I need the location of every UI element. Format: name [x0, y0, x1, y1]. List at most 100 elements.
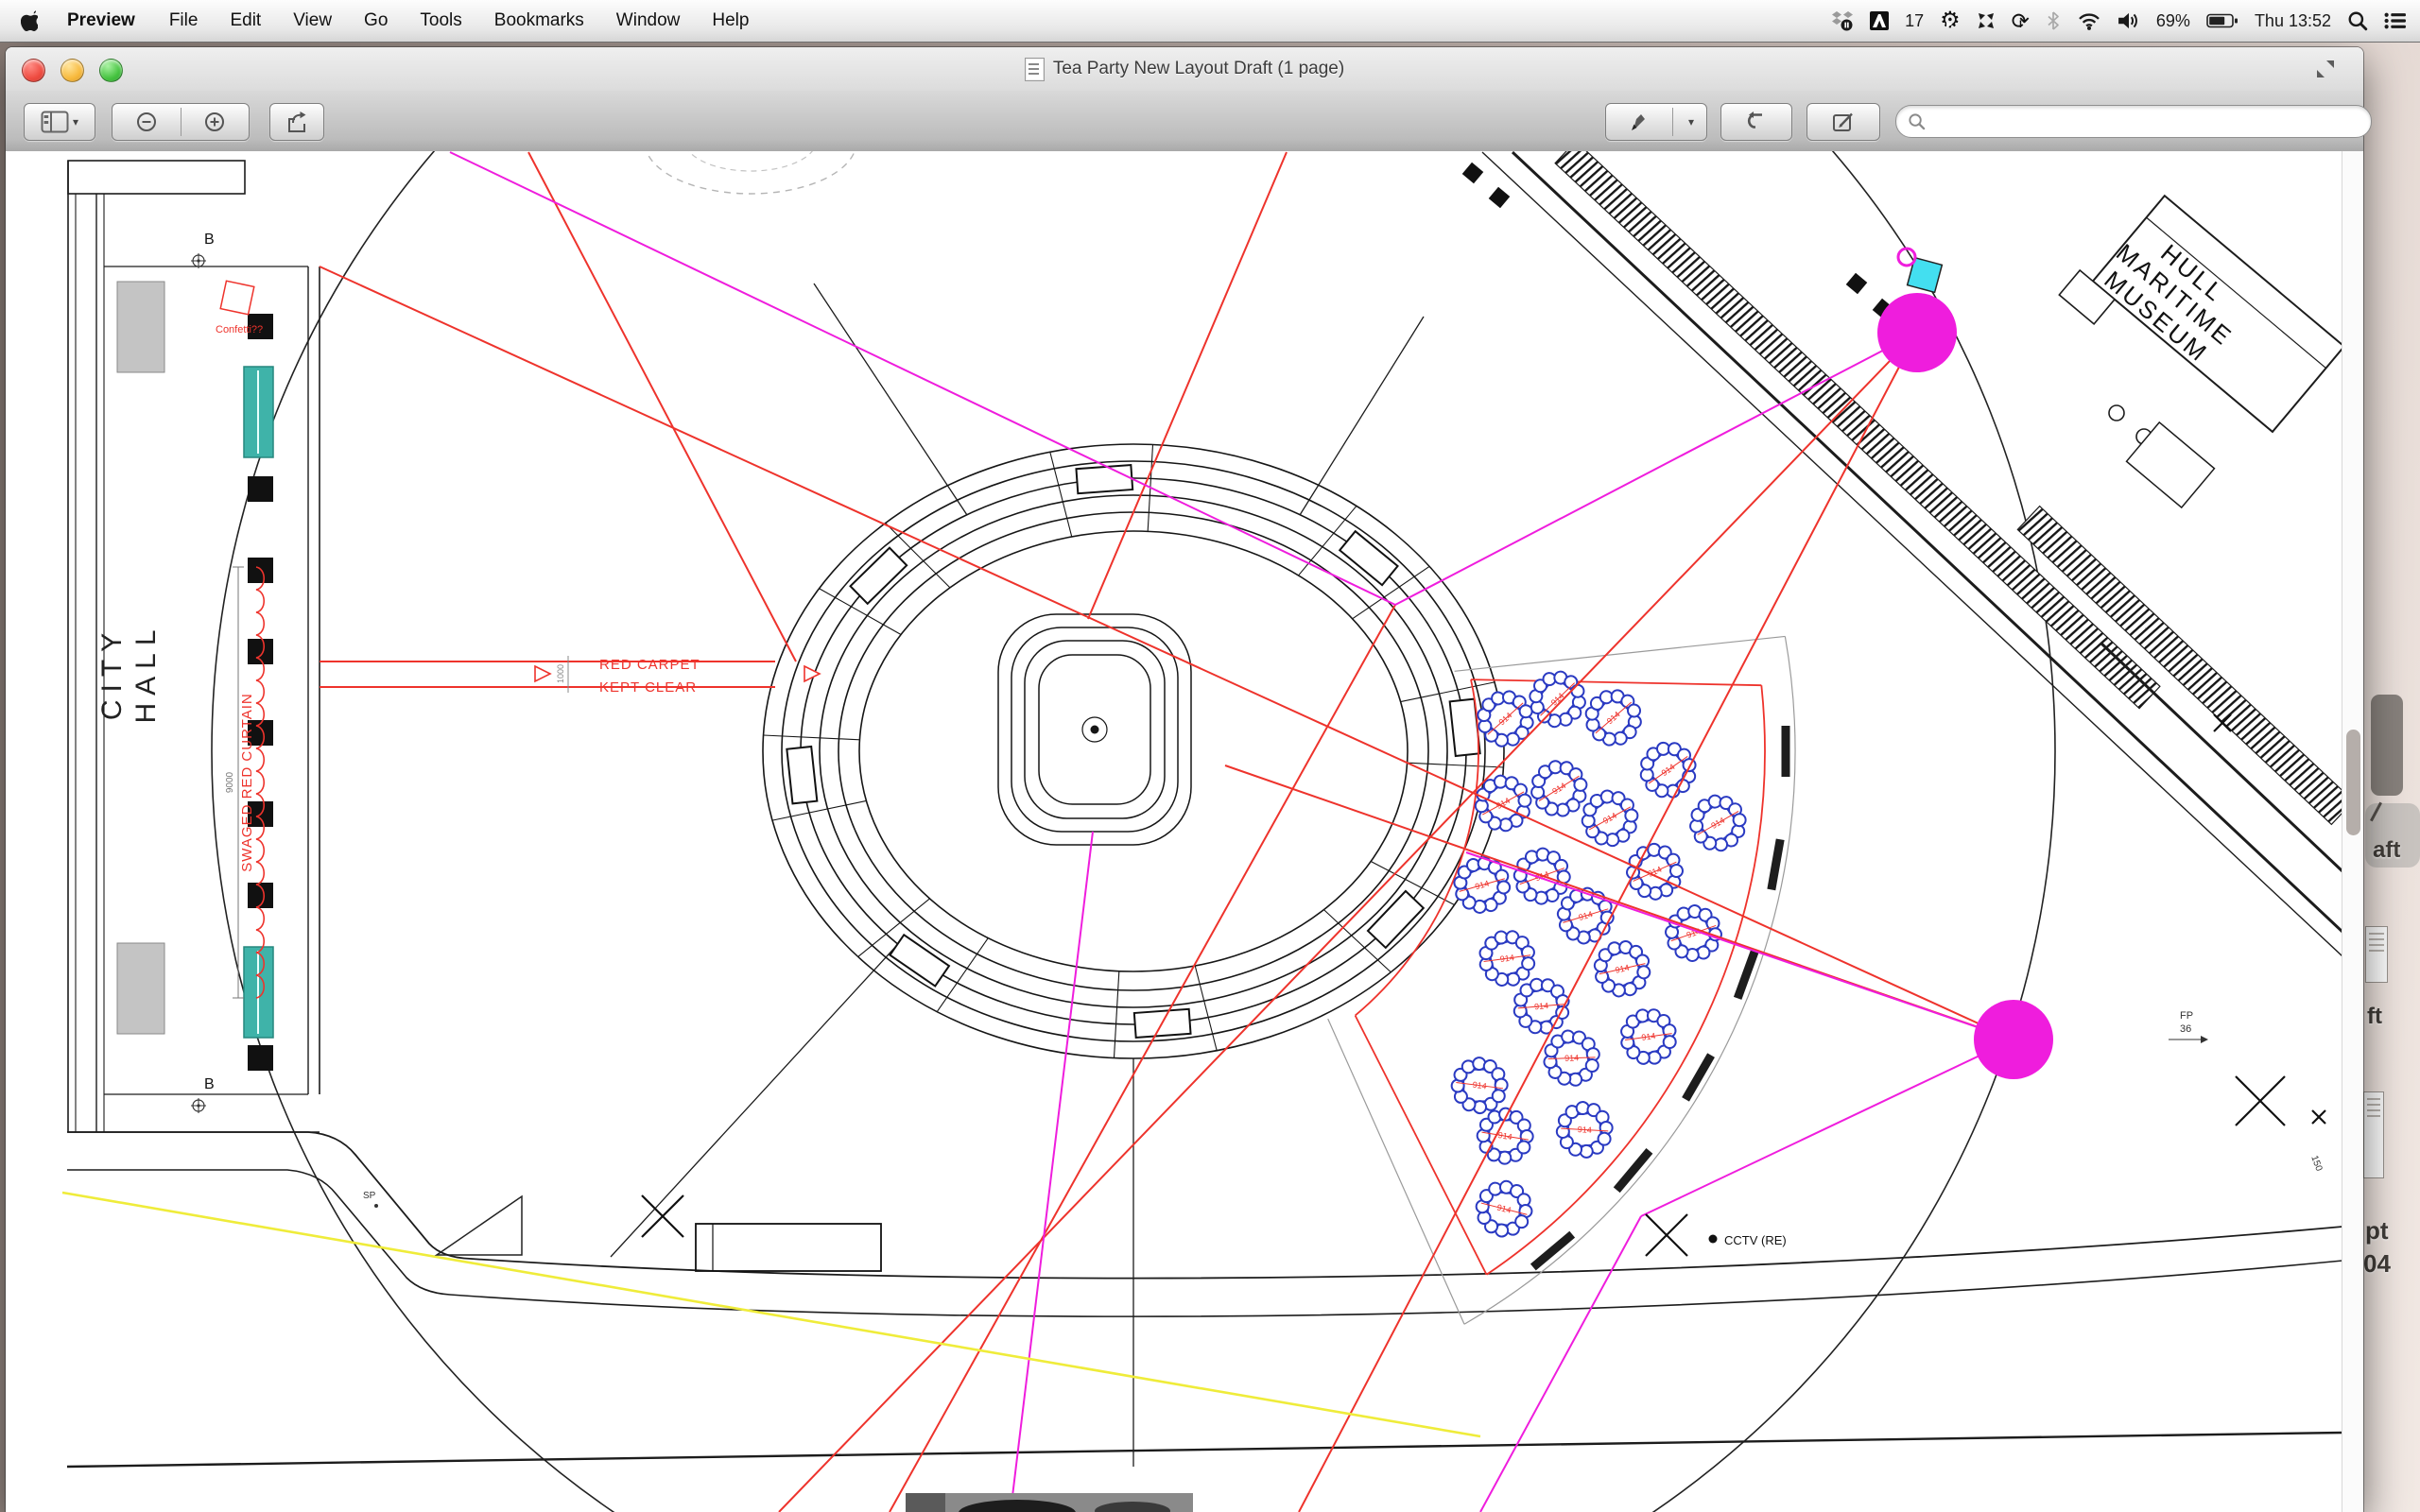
fullscreen-icon[interactable]: [2314, 58, 2337, 80]
zoom-in-button[interactable]: [181, 104, 249, 140]
svg-text:150: 150: [2308, 1154, 2324, 1173]
search-icon: [1908, 112, 1926, 130]
svg-text:9000: 9000: [225, 771, 235, 793]
svg-text:1000: 1000: [556, 664, 565, 683]
markup-pen-button[interactable]: [1606, 104, 1672, 140]
share-icon: [285, 111, 309, 134]
icon-label: ft: [2367, 1004, 2382, 1030]
svg-text:B: B: [204, 232, 215, 248]
menu-item-go[interactable]: Go: [348, 0, 404, 42]
zoom-button[interactable]: [99, 59, 123, 82]
desktop-document-icon[interactable]: [2365, 926, 2388, 983]
menu-clock[interactable]: Thu 13:52: [2255, 11, 2331, 31]
app-menus: PreviewFileEditViewGoToolsBookmarksWindo…: [49, 0, 765, 42]
rotate-left-icon: [1745, 111, 1768, 133]
apple-menu[interactable]: [0, 10, 49, 31]
menu-item-file[interactable]: File: [153, 0, 215, 42]
battery-icon[interactable]: [2206, 12, 2238, 29]
chevron-down-icon: ▾: [1688, 115, 1694, 129]
wifi-icon[interactable]: [2077, 11, 2101, 30]
menu-item-preview[interactable]: Preview: [49, 0, 153, 42]
menu-item-edit[interactable]: Edit: [214, 0, 277, 42]
svg-text:914: 914: [1564, 1053, 1579, 1063]
status-icons: 17 ⚙▶ ⟳! 69% Thu 13:52: [1831, 0, 2420, 42]
sidebar-icon: [41, 111, 69, 133]
adobe-icon[interactable]: [1870, 11, 1889, 30]
icon-label: pt: [2365, 1216, 2389, 1246]
site-plan: HULLMARITIMEMUSEUMCITYHALLBBConfetti??90…: [6, 151, 2342, 1512]
followspot-marker: [1974, 1000, 2053, 1079]
scrollbar-thumb[interactable]: [2346, 730, 2360, 835]
zoom-in-icon: [203, 111, 226, 133]
toolbar: ▾▾: [6, 91, 2363, 152]
desktop-icon-fragment[interactable]: [2371, 695, 2403, 796]
table-cluster: 914: [1473, 773, 1534, 834]
window-title: Tea Party New Layout Draft (1 page): [1025, 58, 1344, 81]
icon-label: 04: [2363, 1249, 2391, 1279]
table-cluster: 914: [1687, 793, 1748, 853]
svg-text:914: 914: [1472, 1080, 1487, 1091]
zoom-out-button[interactable]: [112, 104, 181, 140]
table-cluster: 914: [1466, 1171, 1543, 1247]
markup-dropdown[interactable]: ▾: [1672, 104, 1706, 140]
menu-item-tools[interactable]: Tools: [404, 0, 477, 42]
title-bar[interactable]: Tea Party New Layout Draft (1 page): [6, 47, 2363, 92]
document-view: HULLMARITIMEMUSEUMCITYHALLBBConfetti??90…: [6, 151, 2363, 1512]
zoom-out-icon: [135, 111, 158, 133]
notification-center-icon[interactable]: [2384, 12, 2407, 29]
svg-text:SWAGED RED CURTAIN: SWAGED RED CURTAIN: [239, 693, 255, 871]
menu-item-help[interactable]: Help: [696, 0, 765, 42]
table-cluster: 914: [1447, 850, 1517, 919]
battery-percent: 69%: [2156, 11, 2190, 31]
table-clusters: 9149149149149149149149149149149149149149…: [1442, 669, 1749, 1247]
menu-item-window[interactable]: Window: [600, 0, 697, 42]
svg-text:Confetti??: Confetti??: [216, 324, 263, 335]
desktop-document-icon[interactable]: [2363, 1091, 2384, 1178]
table-cluster: 914: [1659, 899, 1727, 967]
table-cluster: 914: [1622, 839, 1687, 904]
gear-icon[interactable]: ⚙▶: [1940, 9, 1961, 32]
menu-item-bookmarks[interactable]: Bookmarks: [478, 0, 600, 42]
search-input[interactable]: [1932, 112, 2360, 132]
table-cluster: 914: [1547, 1091, 1623, 1168]
svg-text:914: 914: [1534, 1001, 1549, 1011]
search-field[interactable]: [1895, 105, 2372, 138]
svg-text:KEPT CLEAR: KEPT CLEAR: [599, 679, 697, 696]
zoom-buttons[interactable]: [112, 103, 250, 141]
city-hall-label: CITYHALL: [96, 622, 162, 723]
table-cluster: 914: [1580, 787, 1641, 849]
edit-toolbar-button[interactable]: [1806, 103, 1880, 141]
sync-alert-icon[interactable]: ⟳!: [2012, 10, 2030, 32]
close-button[interactable]: [22, 59, 45, 82]
svg-text:36: 36: [2180, 1023, 2191, 1035]
compress-arrows-icon[interactable]: [1977, 11, 1996, 30]
table-cluster: 914: [1528, 669, 1588, 730]
svg-text:914: 914: [1641, 1031, 1656, 1042]
table-cluster: 914: [1530, 759, 1588, 817]
svg-text:914: 914: [1577, 1125, 1592, 1135]
table-cluster: 914: [1584, 689, 1642, 747]
menu-item-view[interactable]: View: [277, 0, 348, 42]
scrollbar-track[interactable]: [2342, 151, 2363, 1512]
sidebar-button[interactable]: ▾: [24, 103, 95, 141]
followspot-marker: [1877, 293, 1957, 372]
spotlight-icon[interactable]: [2347, 10, 2368, 31]
marker-pen-icon: [1627, 111, 1651, 133]
red-curtain-squiggle: [256, 567, 264, 998]
rotate-button[interactable]: [1720, 103, 1792, 141]
table-cluster: 914: [1612, 1000, 1685, 1074]
dropbox-icon[interactable]: [1831, 10, 1854, 31]
icon-graphic-fragment: [2370, 802, 2382, 822]
markup-tool-button[interactable]: ▾: [1605, 103, 1707, 141]
minimize-button[interactable]: [60, 59, 84, 82]
adobe-count: 17: [1905, 11, 1924, 31]
share-button[interactable]: [269, 103, 324, 141]
svg-text:SP: SP: [363, 1191, 376, 1201]
svg-text:FP: FP: [2180, 1010, 2193, 1022]
svg-text:RED CARPET: RED CARPET: [599, 657, 700, 673]
bluetooth-icon[interactable]: [2046, 10, 2061, 31]
desktop-icon-selected[interactable]: aft: [2365, 803, 2420, 868]
volume-icon[interactable]: [2118, 11, 2140, 30]
svg-text:B: B: [204, 1076, 215, 1092]
icon-label: aft: [2373, 837, 2400, 864]
